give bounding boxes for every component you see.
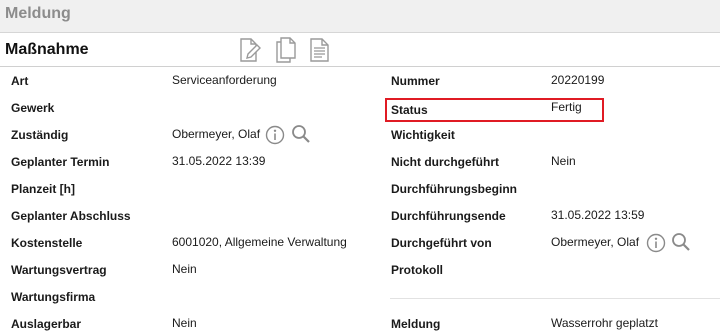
label-geplanter-termin: Geplanter Termin <box>11 155 110 169</box>
value-nicht-durchgefuehrt: Nein <box>551 154 576 168</box>
label-zustaendig: Zuständig <box>11 128 69 142</box>
value-kostenstelle: 6001020, Allgemeine Verwaltung <box>172 235 347 249</box>
window-title: Meldung <box>5 5 71 22</box>
copy-document-icon[interactable] <box>274 37 298 63</box>
label-durchfuehrungsbeginn: Durchführungsbeginn <box>391 182 517 196</box>
value-meldung: Wasserrohr geplatzt <box>551 316 658 330</box>
label-kostenstelle: Kostenstelle <box>11 236 83 250</box>
label-auslagerbar: Auslagerbar <box>11 317 82 331</box>
section-header: Maßnahme <box>0 33 720 67</box>
label-wartungsvertrag: Wartungsvertrag <box>11 263 107 277</box>
label-nicht-durchgefuehrt: Nicht durchgeführt <box>391 155 499 169</box>
text-document-icon[interactable] <box>308 37 332 63</box>
search-icon[interactable] <box>671 232 691 252</box>
value-wartungsvertrag: Nein <box>172 262 197 276</box>
value-durchfuehrungsende: 31.05.2022 13:59 <box>551 208 645 222</box>
info-icon[interactable] <box>265 125 285 145</box>
label-protokoll: Protokoll <box>391 263 444 277</box>
label-durchgefuehrt-von: Durchgeführt von <box>391 236 492 250</box>
section-title: Maßnahme <box>5 41 89 58</box>
value-art: Serviceanforderung <box>172 73 277 87</box>
label-art: Art <box>11 74 29 88</box>
window-titlebar: Meldung <box>0 0 720 33</box>
label-meldung: Meldung <box>391 317 441 331</box>
label-nummer: Nummer <box>391 74 440 88</box>
value-durchgefuehrt-von: Obermeyer, Olaf <box>551 235 640 249</box>
label-planzeit: Planzeit [h] <box>11 182 76 196</box>
search-icon[interactable] <box>291 124 311 144</box>
value-geplanter-termin: 31.05.2022 13:39 <box>172 154 266 168</box>
value-zustaendig: Obermeyer, Olaf <box>172 127 261 141</box>
label-durchfuehrungsende: Durchführungsende <box>391 209 506 223</box>
value-nummer: 20220199 <box>551 73 605 87</box>
value-status: Fertig <box>551 100 582 114</box>
value-auslagerbar: Nein <box>172 316 197 330</box>
divider <box>390 298 720 299</box>
label-gewerk: Gewerk <box>11 101 55 115</box>
edit-document-icon[interactable] <box>238 37 262 63</box>
label-wichtigkeit: Wichtigkeit <box>391 128 455 142</box>
label-geplanter-abschluss: Geplanter Abschluss <box>11 209 131 223</box>
label-wartungsfirma: Wartungsfirma <box>11 290 96 304</box>
info-icon[interactable] <box>646 233 666 253</box>
